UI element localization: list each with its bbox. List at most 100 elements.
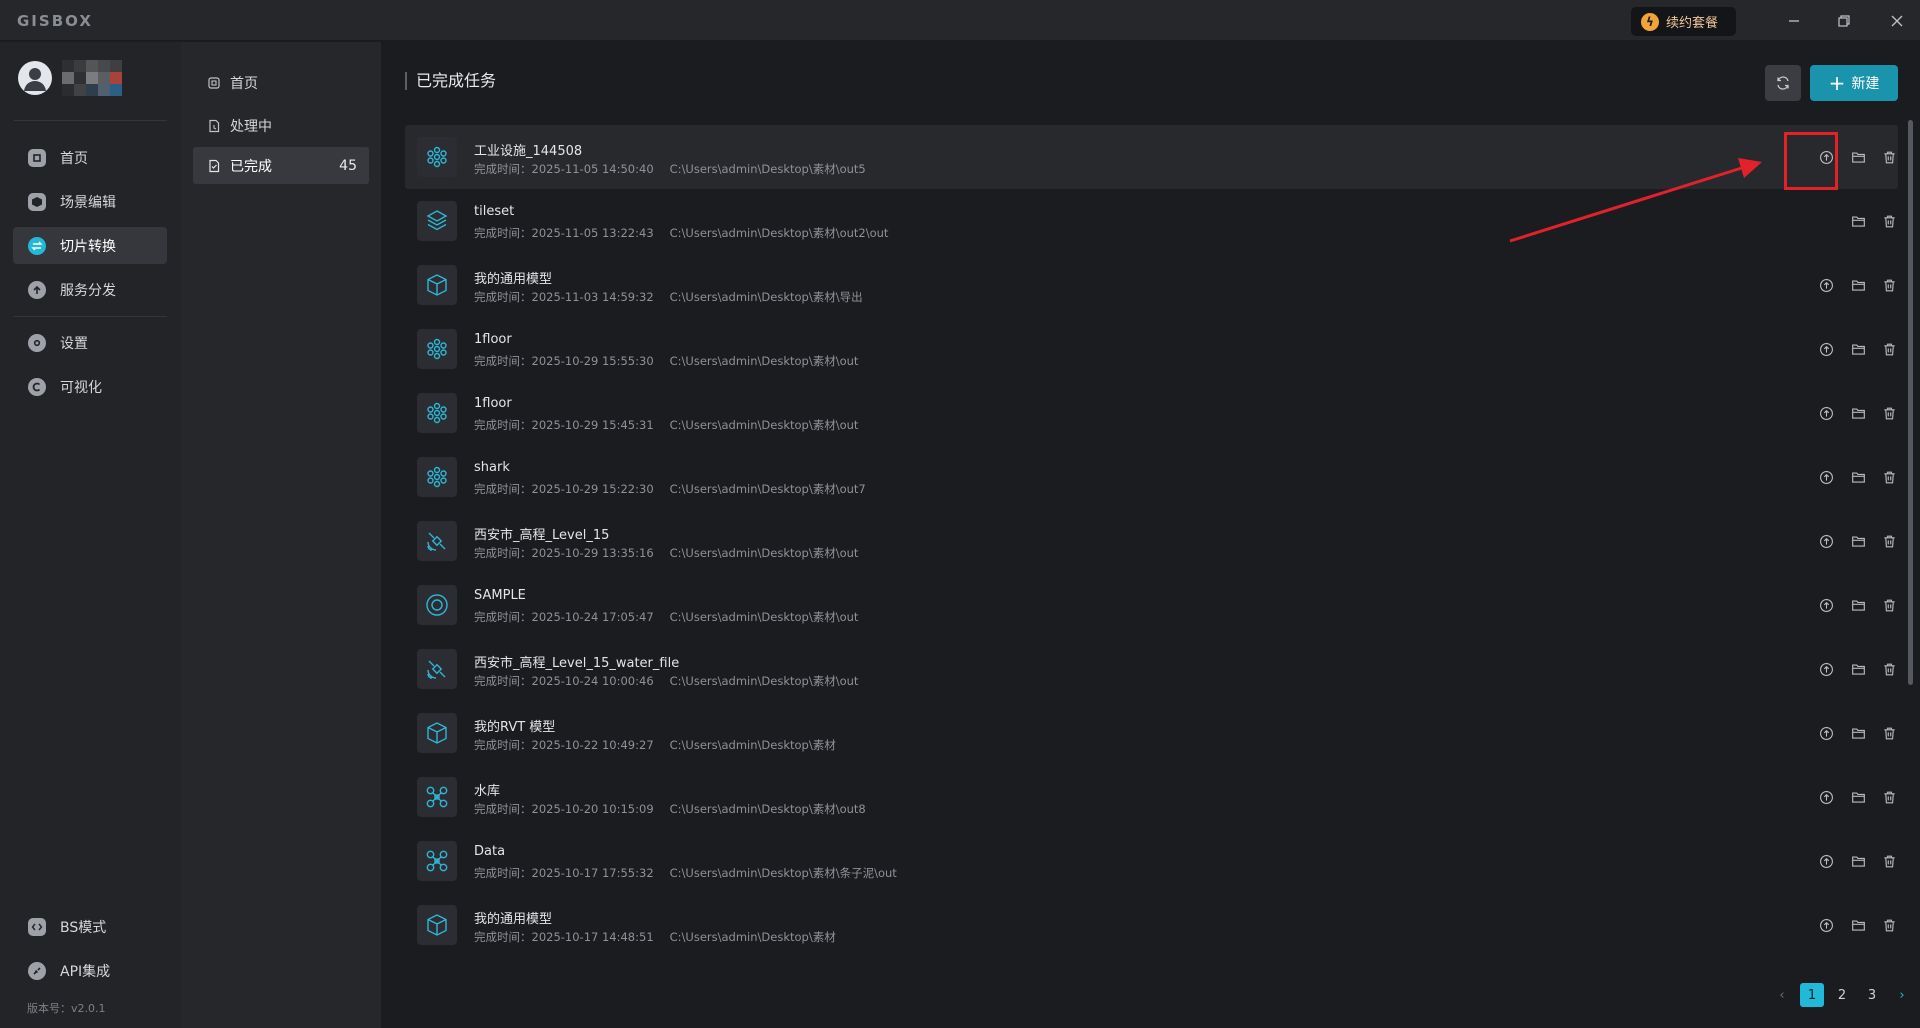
delete-task-button[interactable] [1877, 721, 1901, 745]
task-completed-time: 完成时间：2025-10-29 13:35:16 [474, 546, 654, 560]
task-row[interactable]: 我的通用模型 完成时间：2025-11-03 14:59:32 C:\Users\… [405, 253, 1898, 317]
task-row[interactable]: 西安市_高程_Level_15 完成时间：2025-10-29 13:35:16… [405, 509, 1898, 573]
open-folder-button[interactable] [1846, 913, 1870, 937]
delete-task-button[interactable] [1877, 785, 1901, 809]
task-actions [1788, 337, 1898, 361]
close-button[interactable] [1884, 8, 1910, 34]
restore-button[interactable] [1831, 8, 1857, 34]
delete-task-button[interactable] [1877, 529, 1901, 553]
open-folder-button[interactable] [1846, 529, 1870, 553]
sidebar-item-visualize[interactable]: 可视化 [13, 368, 167, 405]
task-completed-time: 完成时间：2025-10-24 17:05:47 [474, 610, 654, 624]
subnav-item-label: 首页 [230, 75, 258, 92]
open-folder-button[interactable] [1846, 401, 1870, 425]
upload-service-button[interactable] [1814, 657, 1838, 681]
delete-task-button[interactable] [1877, 657, 1901, 681]
open-folder-button[interactable] [1846, 657, 1870, 681]
gear-icon [28, 333, 46, 352]
pagination: ‹ 1 2 3 › [1770, 983, 1914, 1007]
task-row[interactable]: tileset 完成时间：2025-11-05 13:22:43 C:\Users… [405, 189, 1898, 253]
refresh-icon [1777, 76, 1789, 90]
delete-task-button[interactable] [1877, 337, 1901, 361]
task-output-path: C:\Users\admin\Desktop\素材\out2\out [669, 226, 889, 240]
drone-icon [417, 841, 457, 881]
page-button-2[interactable]: 2 [1830, 983, 1854, 1007]
cube-model-icon [417, 265, 457, 305]
delete-task-button[interactable] [1877, 273, 1901, 297]
task-row[interactable]: 我的通用模型 完成时间：2025-10-17 14:48:51 C:\Users\… [405, 893, 1898, 957]
page-button-3[interactable]: 3 [1860, 983, 1884, 1007]
delete-task-button[interactable] [1877, 465, 1901, 489]
subnav-item-home[interactable]: 首页 [193, 64, 369, 101]
next-page-button[interactable]: › [1890, 983, 1914, 1007]
task-row[interactable]: 西安市_高程_Level_15_water_file 完成时间：2025-10-… [405, 637, 1898, 701]
upload-service-button[interactable] [1814, 401, 1838, 425]
open-folder-button[interactable] [1846, 273, 1870, 297]
task-output-path: C:\Users\admin\Desktop\素材\out [669, 546, 859, 560]
open-folder-button[interactable] [1846, 721, 1870, 745]
refresh-button[interactable] [1765, 65, 1801, 101]
delete-task-button[interactable] [1877, 145, 1901, 169]
cloud-upload-icon [1819, 342, 1834, 357]
sidebar-item-settings[interactable]: 设置 [13, 324, 167, 361]
open-folder-button[interactable] [1846, 593, 1870, 617]
task-row[interactable]: 1floor 完成时间：2025-10-29 15:45:31 C:\Users\… [405, 381, 1898, 445]
tileset-layers-icon [417, 201, 457, 241]
trash-icon [1882, 150, 1897, 165]
task-meta: 完成时间：2025-10-20 10:15:09 C:\Users\admin\D… [474, 801, 866, 817]
sidebar-item-bs-mode[interactable]: BS模式 [13, 908, 167, 945]
folder-icon [1851, 150, 1866, 165]
minimize-button[interactable] [1781, 8, 1807, 34]
user-profile[interactable] [18, 60, 122, 96]
sidebar-item-tile-convert[interactable]: 切片转换 [13, 227, 167, 264]
page-button-1[interactable]: 1 [1800, 983, 1824, 1007]
upload-service-button[interactable] [1814, 721, 1838, 745]
open-folder-button[interactable] [1846, 785, 1870, 809]
open-folder-button[interactable] [1846, 849, 1870, 873]
sidebar-item-home[interactable]: 首页 [13, 139, 167, 176]
model-flower-icon [417, 457, 457, 497]
delete-task-button[interactable] [1877, 913, 1901, 937]
subnav-item-processing[interactable]: 处理中 [193, 107, 369, 144]
sub-navigation: 首页 处理中 已完成 45 [181, 42, 381, 1028]
delete-task-button[interactable] [1877, 849, 1901, 873]
task-name: 1floor [474, 332, 512, 347]
delete-task-button[interactable] [1877, 593, 1901, 617]
task-row[interactable]: 我的RVT 模型 完成时间：2025-10-22 10:49:27 C:\User… [405, 701, 1898, 765]
upload-service-button[interactable] [1814, 337, 1838, 361]
open-folder-button[interactable] [1846, 465, 1870, 489]
upload-service-button[interactable] [1814, 593, 1838, 617]
task-actions [1788, 593, 1898, 617]
task-row[interactable]: Data 完成时间：2025-10-17 17:55:32 C:\Users\ad… [405, 829, 1898, 893]
renew-plan-button[interactable]: ϟ 续约套餐 [1631, 7, 1736, 36]
task-row[interactable]: 工业设施_144508 完成时间：2025-11-05 14:50:40 C:\U… [405, 125, 1898, 189]
sidebar-item-api[interactable]: API集成 [13, 952, 167, 989]
model-flower-icon [417, 329, 457, 369]
delete-task-button[interactable] [1877, 209, 1901, 233]
sidebar-item-scene-edit[interactable]: 场景编辑 [13, 183, 167, 220]
prev-page-button[interactable]: ‹ [1770, 983, 1794, 1007]
task-row[interactable]: 1floor 完成时间：2025-10-29 15:55:30 C:\Users\… [405, 317, 1898, 381]
subnav-item-completed[interactable]: 已完成 45 [193, 147, 369, 184]
open-folder-button[interactable] [1846, 337, 1870, 361]
upload-service-button[interactable] [1814, 529, 1838, 553]
task-row[interactable]: 水库 完成时间：2025-10-20 10:15:09 C:\Users\admi… [405, 765, 1898, 829]
task-completed-time: 完成时间：2025-10-20 10:15:09 [474, 802, 654, 816]
task-row[interactable]: SAMPLE 完成时间：2025-10-24 17:05:47 C:\Users\… [405, 573, 1898, 637]
open-folder-button[interactable] [1846, 145, 1870, 169]
task-row[interactable]: shark 完成时间：2025-10-29 15:22:30 C:\Users\a… [405, 445, 1898, 509]
upload-service-button[interactable] [1814, 273, 1838, 297]
annotation-highlight-box [1784, 132, 1838, 190]
folder-icon [1851, 534, 1866, 549]
task-completed-time: 完成时间：2025-10-29 15:55:30 [474, 354, 654, 368]
sidebar-item-service-dist[interactable]: 服务分发 [13, 271, 167, 308]
new-task-button[interactable]: + 新建 [1810, 65, 1898, 101]
upload-service-button[interactable] [1814, 849, 1838, 873]
task-meta: 完成时间：2025-10-22 10:49:27 C:\Users\admin\D… [474, 737, 836, 753]
upload-service-button[interactable] [1814, 465, 1838, 489]
scrollbar[interactable] [1908, 120, 1913, 685]
open-folder-button[interactable] [1846, 209, 1870, 233]
upload-service-button[interactable] [1814, 913, 1838, 937]
upload-service-button[interactable] [1814, 785, 1838, 809]
delete-task-button[interactable] [1877, 401, 1901, 425]
